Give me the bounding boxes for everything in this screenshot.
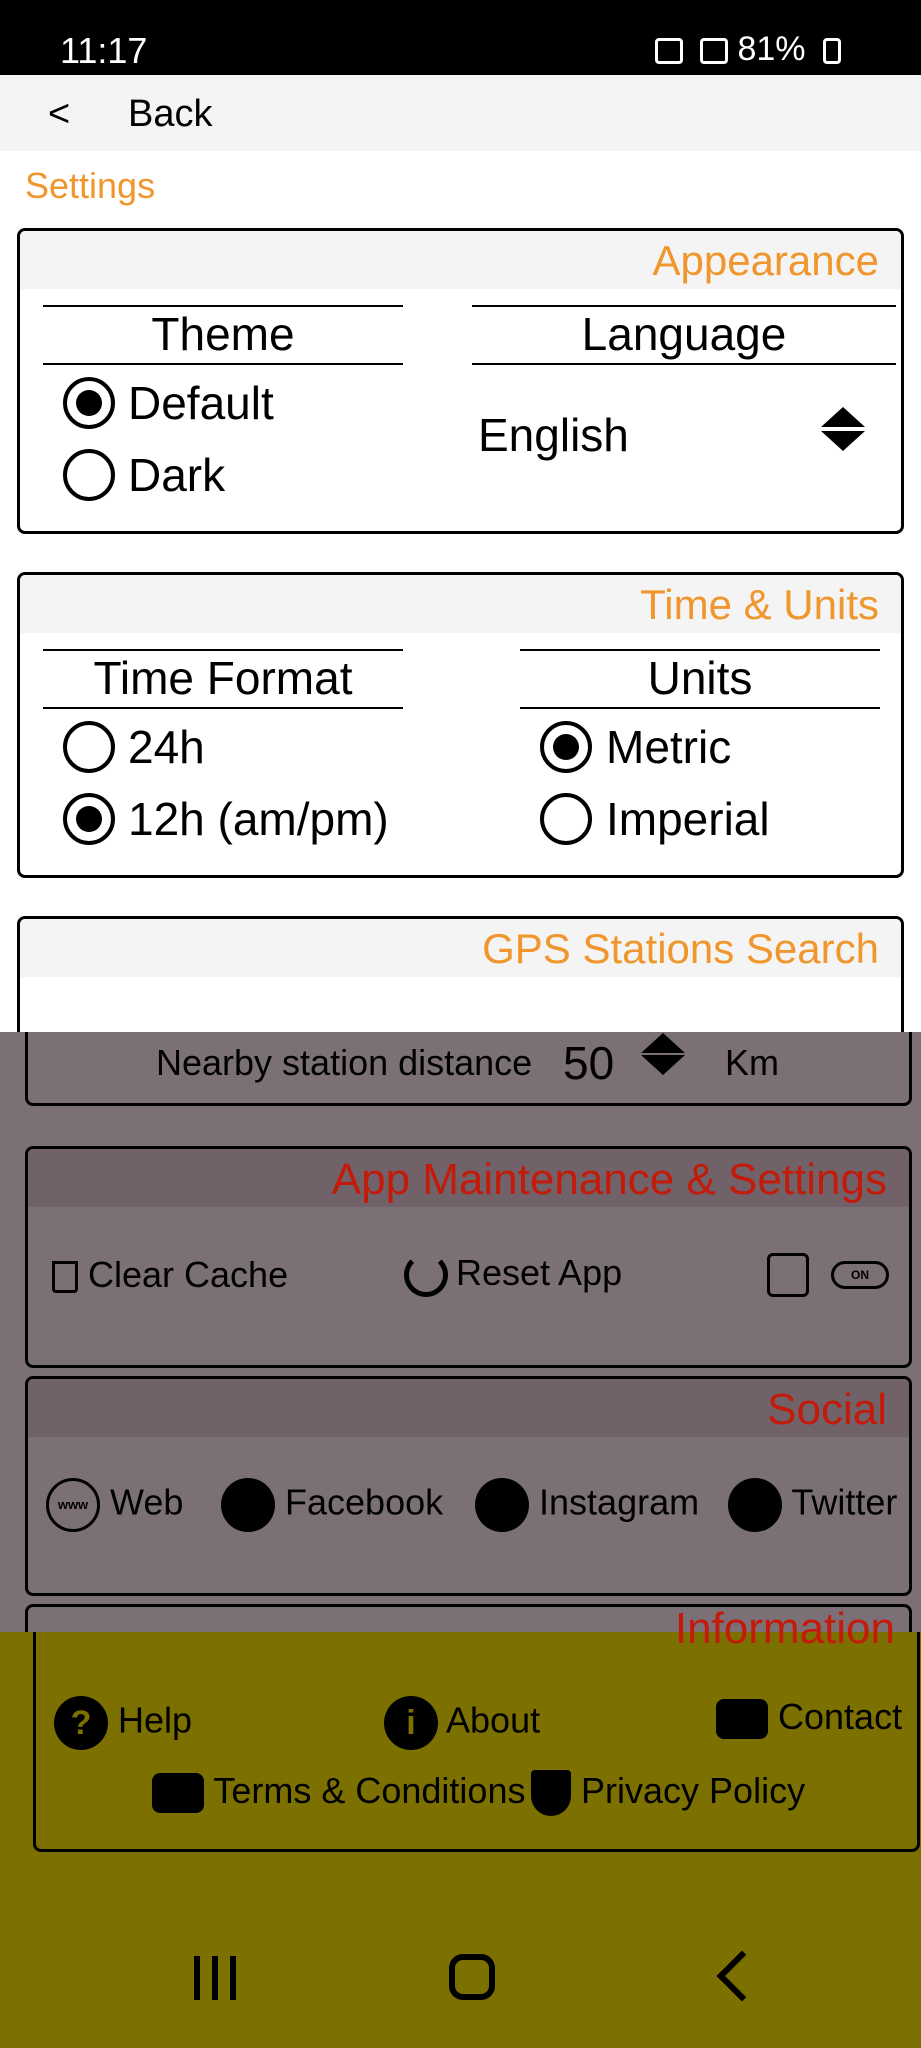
social-header: Social bbox=[28, 1379, 909, 1437]
maintenance-title: App Maintenance & Settings bbox=[331, 1155, 887, 1204]
maintenance-section: App Maintenance & Settings Clear Cache R… bbox=[25, 1146, 912, 1368]
social-title: Social bbox=[767, 1385, 887, 1434]
toggle-switch[interactable]: ON bbox=[831, 1261, 889, 1289]
gps-distance-value[interactable]: 50 bbox=[563, 1036, 614, 1090]
help-link[interactable]: ? Help bbox=[54, 1696, 192, 1750]
theme-default-radio[interactable] bbox=[63, 377, 115, 429]
language-stepper-down-icon[interactable] bbox=[821, 431, 865, 451]
back-nav-icon[interactable] bbox=[716, 1950, 768, 2002]
language-stepper-up-icon[interactable] bbox=[821, 407, 865, 427]
appearance-title: Appearance bbox=[652, 237, 879, 284]
time-24h-radio[interactable] bbox=[63, 721, 115, 773]
chat-icon bbox=[716, 1699, 768, 1740]
information-title: Information bbox=[674, 1604, 895, 1653]
privacy-label: Privacy Policy bbox=[581, 1770, 806, 1811]
status-bar: 11:17 81% bbox=[0, 0, 921, 75]
units-metric-radio[interactable] bbox=[540, 721, 592, 773]
battery-percent: 81% bbox=[737, 30, 806, 68]
language-header: Language bbox=[472, 305, 896, 365]
globe-icon: www bbox=[46, 1478, 100, 1532]
page-title: Settings bbox=[25, 165, 156, 206]
time-units-section: Time & Units Time Format Units 24h 12h (… bbox=[17, 572, 904, 878]
gps-distance-label: Nearby station distance bbox=[156, 1042, 533, 1083]
twitter-link[interactable]: Twitter bbox=[728, 1478, 897, 1532]
contact-label: Contact bbox=[778, 1696, 903, 1737]
units-imperial-radio[interactable] bbox=[540, 793, 592, 845]
time-12h-label[interactable]: 12h (am/pm) bbox=[128, 791, 389, 847]
time-12h-radio[interactable] bbox=[63, 793, 115, 845]
twitter-label: Twitter bbox=[791, 1481, 898, 1523]
time-format-header: Time Format bbox=[43, 649, 403, 709]
time-units-title: Time & Units bbox=[640, 581, 879, 628]
gps-distance-unit: Km bbox=[725, 1042, 779, 1083]
theme-dark-radio[interactable] bbox=[63, 449, 115, 501]
instagram-link[interactable]: Instagram bbox=[475, 1478, 699, 1532]
facebook-icon bbox=[221, 1478, 275, 1532]
status-time: 11:17 bbox=[60, 30, 148, 71]
web-link[interactable]: www Web bbox=[46, 1478, 183, 1532]
battery-icon bbox=[823, 38, 841, 65]
dim-overlay: Nearby station distance 50 Km App Mainte… bbox=[0, 1032, 921, 1644]
instagram-icon bbox=[475, 1478, 529, 1532]
privacy-link[interactable]: Privacy Policy bbox=[531, 1770, 806, 1817]
system-nav-bar bbox=[0, 1908, 921, 2048]
vibrate-icon[interactable] bbox=[767, 1253, 809, 1297]
alarm-icon bbox=[654, 38, 683, 65]
time-24h-label[interactable]: 24h bbox=[128, 719, 205, 775]
document-icon bbox=[152, 1773, 204, 1814]
signal-icon bbox=[700, 38, 729, 65]
recents-icon[interactable] bbox=[194, 1956, 236, 2000]
reset-app-button[interactable]: Reset App bbox=[404, 1252, 623, 1298]
appearance-header: Appearance bbox=[20, 231, 901, 289]
theme-default-label[interactable]: Default bbox=[128, 375, 274, 431]
gps-title: GPS Stations Search bbox=[482, 925, 879, 972]
reset-icon bbox=[404, 1253, 448, 1298]
reset-app-label: Reset App bbox=[456, 1252, 623, 1293]
about-link[interactable]: i About bbox=[384, 1696, 540, 1750]
language-select-value[interactable]: English bbox=[478, 407, 629, 463]
help-label: Help bbox=[118, 1699, 193, 1741]
contact-link[interactable]: Contact bbox=[716, 1696, 903, 1740]
back-icon[interactable]: < bbox=[48, 93, 70, 136]
web-label: Web bbox=[110, 1481, 184, 1523]
home-icon[interactable] bbox=[449, 1954, 495, 2000]
top-bar: < Back bbox=[0, 75, 921, 151]
clear-cache-label: Clear Cache bbox=[88, 1254, 289, 1295]
shield-icon bbox=[531, 1770, 571, 1817]
theme-dark-label[interactable]: Dark bbox=[128, 447, 225, 503]
trash-icon bbox=[52, 1261, 78, 1294]
about-label: About bbox=[446, 1699, 541, 1741]
theme-header: Theme bbox=[43, 305, 403, 365]
clear-cache-button[interactable]: Clear Cache bbox=[52, 1254, 288, 1296]
information-section: Information ? Help i About Contact Terms… bbox=[33, 1604, 920, 1852]
back-button[interactable]: Back bbox=[128, 93, 212, 136]
units-header: Units bbox=[520, 649, 880, 709]
info-icon: i bbox=[384, 1696, 438, 1750]
terms-link[interactable]: Terms & Conditions bbox=[152, 1770, 526, 1814]
status-right: 81% bbox=[647, 30, 841, 69]
units-imperial-label[interactable]: Imperial bbox=[606, 791, 770, 847]
facebook-label: Facebook bbox=[285, 1481, 444, 1523]
maintenance-header: App Maintenance & Settings bbox=[28, 1149, 909, 1207]
gps-header: GPS Stations Search bbox=[20, 919, 901, 977]
appearance-section: Appearance Theme Language Default Dark E… bbox=[17, 228, 904, 534]
terms-label: Terms & Conditions bbox=[213, 1770, 526, 1811]
units-metric-label[interactable]: Metric bbox=[606, 719, 731, 775]
instagram-label: Instagram bbox=[539, 1481, 700, 1523]
twitter-icon bbox=[728, 1478, 782, 1532]
help-icon: ? bbox=[54, 1696, 108, 1750]
distance-stepper-up-icon[interactable] bbox=[641, 1033, 685, 1053]
gps-distance-row: Nearby station distance 50 Km bbox=[25, 1032, 912, 1106]
facebook-link[interactable]: Facebook bbox=[221, 1478, 443, 1532]
social-section: Social www Web Facebook Instagram Twitte… bbox=[25, 1376, 912, 1596]
toggle-on-label: ON bbox=[851, 1268, 869, 1282]
time-units-header: Time & Units bbox=[20, 575, 901, 633]
distance-stepper-down-icon[interactable] bbox=[641, 1055, 685, 1075]
